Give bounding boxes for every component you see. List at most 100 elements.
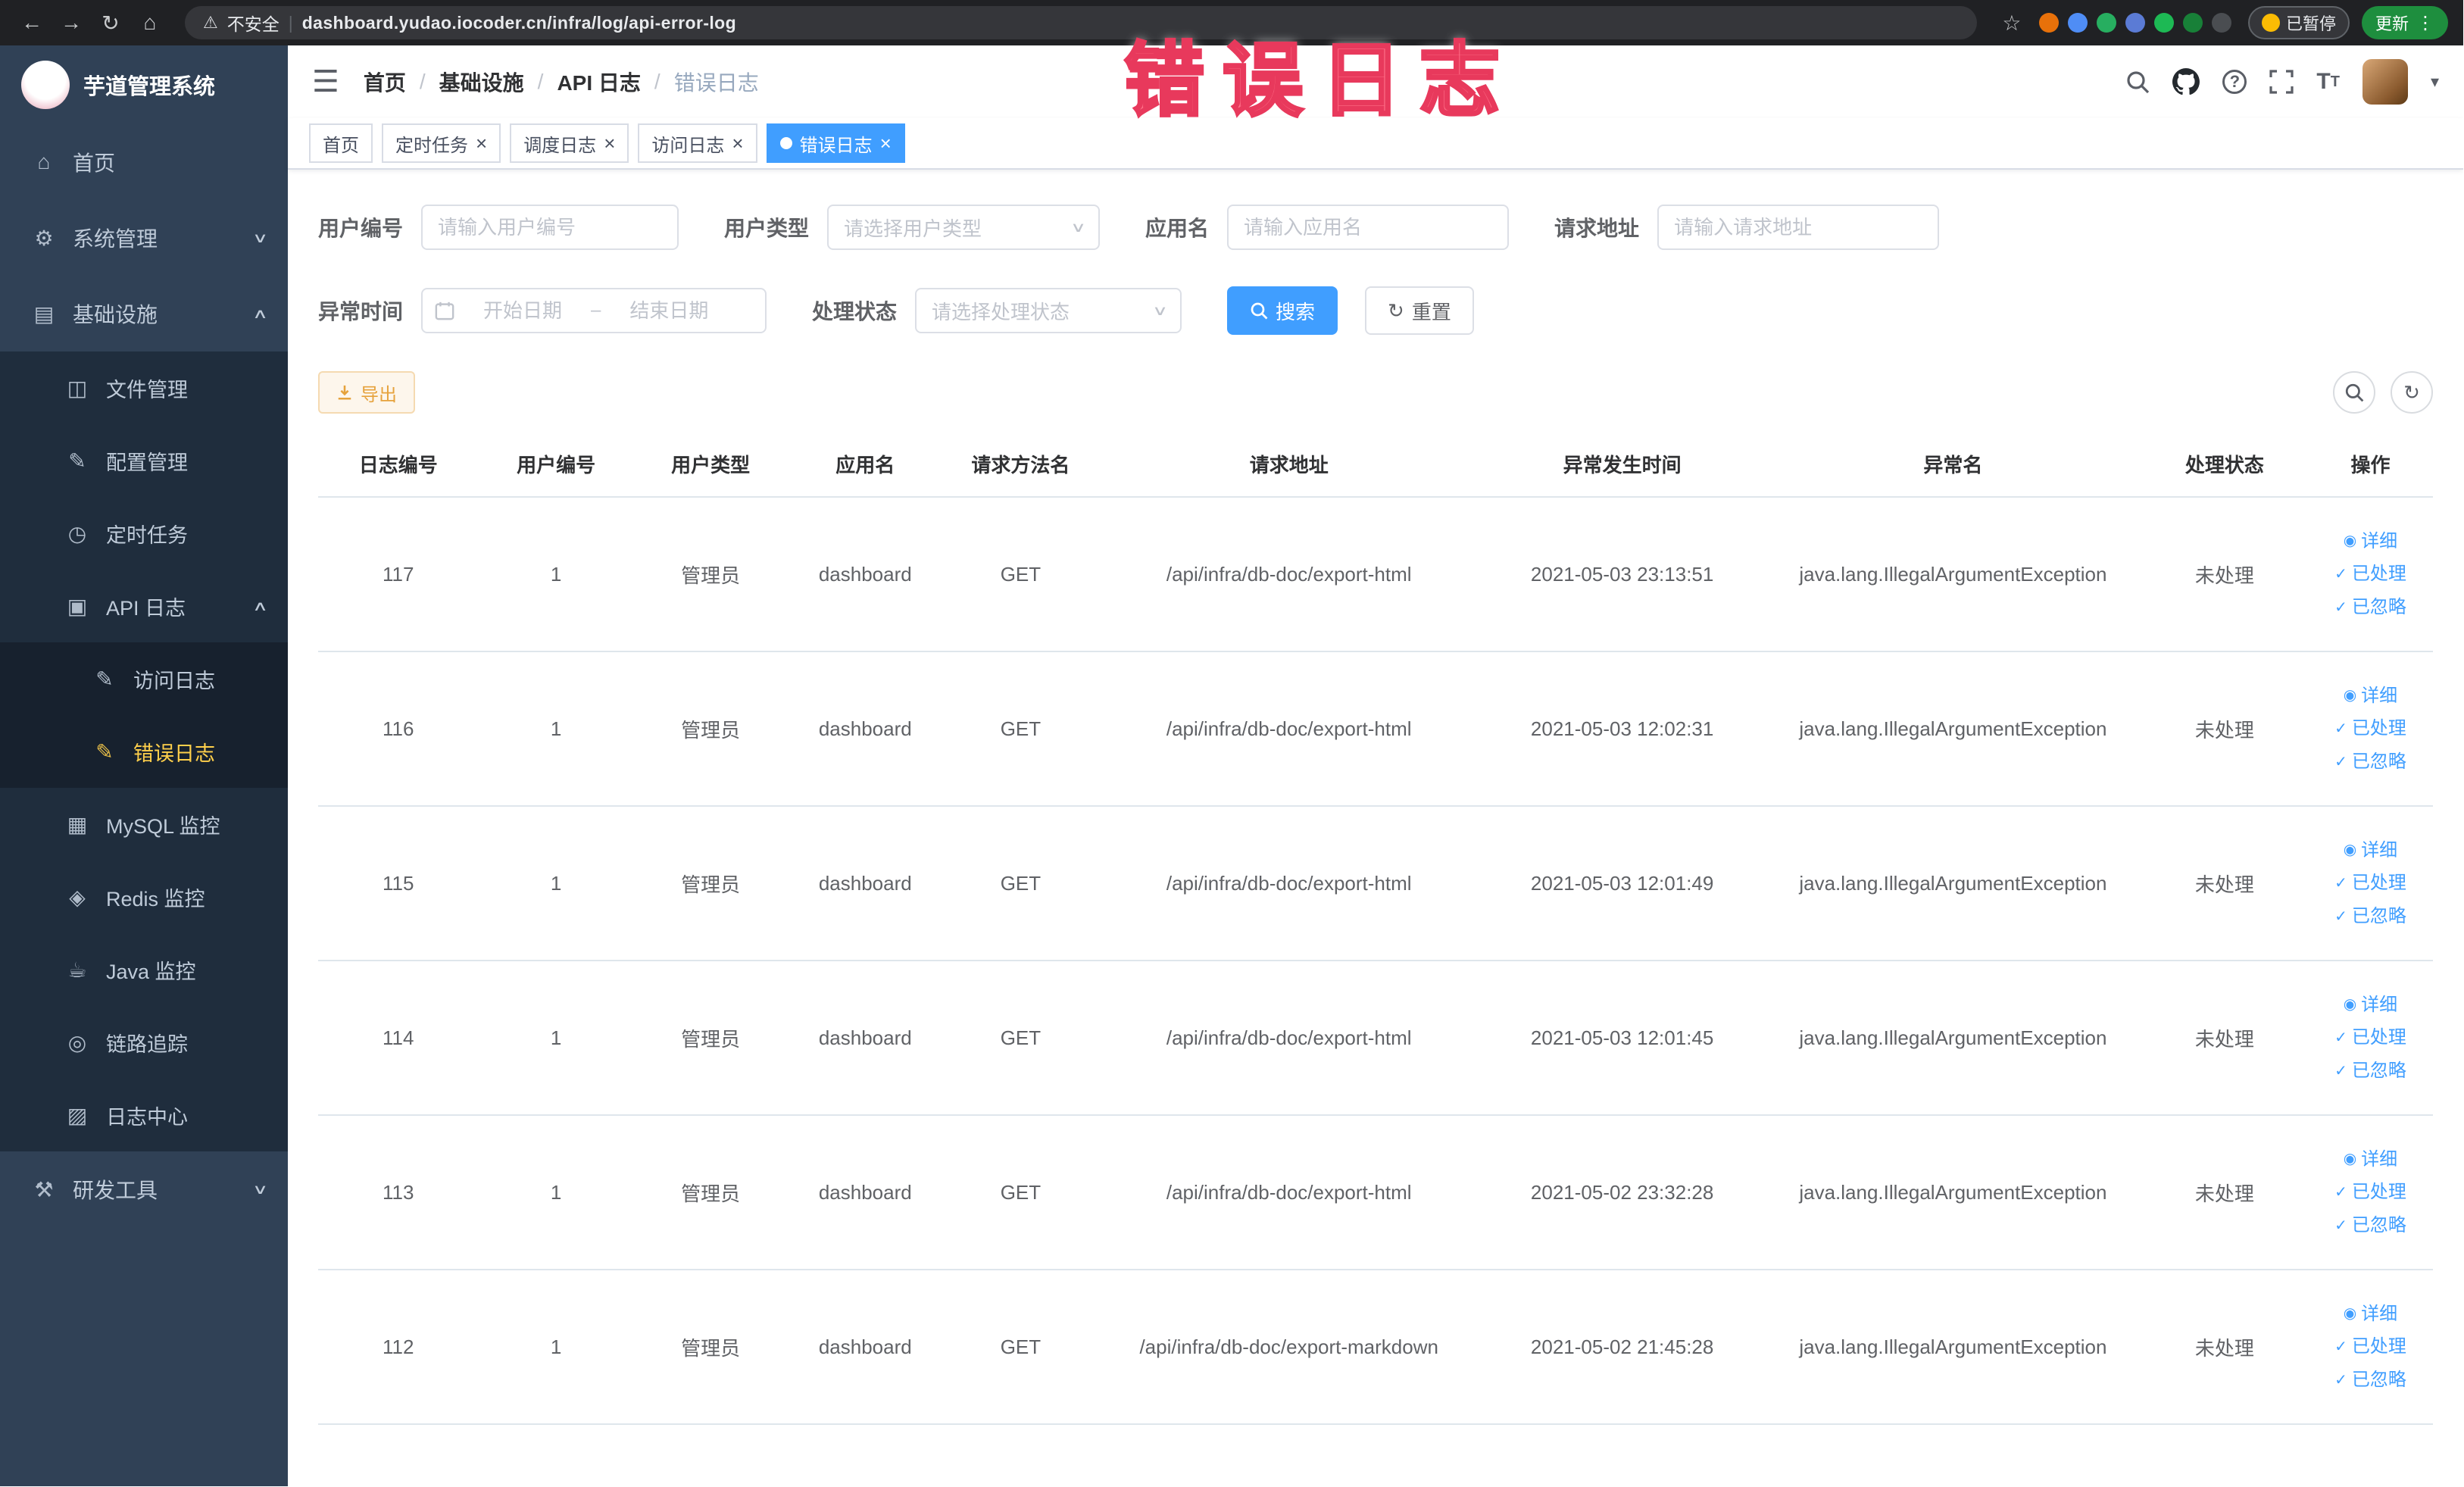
search-toggle-button[interactable]: [2333, 371, 2375, 414]
ignored-link[interactable]: ✓ 已忽略: [2334, 1213, 2406, 1239]
processed-link[interactable]: ✓ 已处理: [2334, 1025, 2406, 1051]
refresh-table-button[interactable]: ↻: [2391, 371, 2433, 414]
start-date-input[interactable]: [461, 298, 586, 323]
detail-link[interactable]: ◉ 详细: [2344, 1301, 2397, 1327]
detail-link[interactable]: ◉ 详细: [2344, 529, 2397, 555]
ignored-link[interactable]: ✓ 已忽略: [2334, 1367, 2406, 1393]
table-body: 117 1 管理员 dashboard GET/api/infra/db-doc/exp…: [318, 497, 2433, 1425]
reset-button[interactable]: ↻ 重置: [1365, 286, 1474, 335]
sidebar-item-mysql-monitor[interactable]: ▦ MySQL 监控: [0, 788, 288, 861]
breadcrumb-item[interactable]: 基础设施: [439, 67, 524, 97]
sidebar-item-java-monitor[interactable]: ☕ Java 监控: [0, 933, 288, 1006]
eye-icon: ◉: [2343, 1151, 2357, 1168]
end-date-input[interactable]: [607, 298, 732, 323]
paused-badge[interactable]: 已暂停: [2247, 6, 2350, 39]
user-id-input[interactable]: [421, 205, 679, 250]
cell-url: /api/infra/db-doc/export-html: [1098, 961, 1480, 1116]
close-icon[interactable]: ×: [476, 133, 487, 153]
request-url-input[interactable]: [1657, 205, 1940, 250]
app-logo[interactable]: 芋道管理系统: [0, 45, 288, 124]
extension-icon-on[interactable]: [2153, 13, 2174, 33]
sidebar-item-config-management[interactable]: ✎ 配置管理: [0, 424, 288, 497]
sidebar-item-dev-tools[interactable]: ⚒ 研发工具 ∨: [0, 1151, 288, 1227]
reload-icon[interactable]: ↻: [94, 11, 127, 36]
detail-link[interactable]: ◉ 详细: [2344, 683, 2397, 709]
forward-icon[interactable]: →: [55, 11, 88, 35]
cell-user_type: 管理员: [633, 1270, 788, 1425]
sidebar-item-redis-monitor[interactable]: ◈ Redis 监控: [0, 861, 288, 933]
main-area: ☰ 首页 / 基础设施 / API 日志 / 错误日志 ? TT ▾ 首页 定时…: [288, 45, 2463, 1486]
search-button[interactable]: 搜索: [1227, 286, 1338, 335]
detail-link[interactable]: ◉ 详细: [2344, 1147, 2397, 1173]
processed-link[interactable]: ✓ 已处理: [2334, 1179, 2406, 1205]
process-status-select[interactable]: 请选择处理状态 ∨: [915, 288, 1182, 333]
eye-icon: ◉: [2343, 533, 2357, 550]
close-icon[interactable]: ×: [604, 133, 615, 153]
app-name-input[interactable]: [1227, 205, 1510, 250]
processed-link[interactable]: ✓ 已处理: [2334, 870, 2406, 896]
sidebar-item-scheduled-tasks[interactable]: ◷ 定时任务: [0, 497, 288, 570]
cell-status: 未处理: [2141, 497, 2308, 652]
github-icon[interactable]: [2172, 68, 2200, 95]
ignored-link[interactable]: ✓ 已忽略: [2334, 904, 2406, 929]
tab-label: 调度日志: [523, 135, 597, 156]
extension-icon-blue[interactable]: [2067, 13, 2088, 33]
user-avatar[interactable]: [2362, 59, 2408, 105]
extension-icon-leaf[interactable]: [2182, 13, 2203, 33]
sidebar-item-system-management[interactable]: ⚙ 系统管理 ∨: [0, 200, 288, 276]
sidebar-item-infrastructure[interactable]: ▤ 基础设施 ∧: [0, 276, 288, 351]
sidebar-item-api-log[interactable]: ▣ API 日志 ∧: [0, 570, 288, 642]
sidebar-item-home[interactable]: ⌂ 首页: [0, 124, 288, 200]
font-size-icon[interactable]: TT: [2316, 69, 2340, 95]
sidebar-item-trace[interactable]: ◎ 链路追踪: [0, 1006, 288, 1079]
extension-icon-dark[interactable]: [2211, 13, 2231, 33]
logo-rabbit-avatar: [21, 61, 70, 109]
caret-down-icon[interactable]: ▾: [2431, 72, 2439, 92]
browser-home-icon[interactable]: ⌂: [133, 11, 167, 35]
ignored-link[interactable]: ✓ 已忽略: [2334, 749, 2406, 775]
cell-url: /api/infra/db-doc/export-html: [1098, 1115, 1480, 1270]
chevron-down-icon: ∨: [1070, 219, 1086, 235]
search-icon[interactable]: [2125, 70, 2150, 94]
sidebar-item-file-management[interactable]: ◫ 文件管理: [0, 351, 288, 424]
bookmark-star-icon[interactable]: ☆: [1995, 11, 2028, 36]
sidebar-item-label: Java 监控: [106, 960, 196, 983]
help-icon[interactable]: ?: [2222, 70, 2247, 94]
hamburger-icon[interactable]: ☰: [312, 67, 339, 97]
fullscreen-icon[interactable]: [2269, 70, 2294, 94]
processed-link[interactable]: ✓ 已处理: [2334, 561, 2406, 587]
tab-访问日志[interactable]: 访问日志 ×: [638, 123, 757, 163]
processed-link[interactable]: ✓ 已处理: [2334, 716, 2406, 742]
extension-icon-green[interactable]: [2096, 13, 2116, 33]
tab-错误日志[interactable]: 错误日志 ×: [766, 123, 905, 163]
back-icon[interactable]: ←: [15, 11, 48, 35]
kebab-menu-icon[interactable]: ⋮: [2416, 12, 2434, 34]
export-button[interactable]: 导出: [318, 371, 415, 414]
tab-首页[interactable]: 首页: [309, 123, 373, 163]
breadcrumb-separator: /: [419, 70, 426, 93]
detail-link[interactable]: ◉ 详细: [2344, 838, 2397, 864]
breadcrumb-item[interactable]: API 日志: [557, 67, 640, 97]
exception-time-range[interactable]: –: [421, 288, 767, 333]
sidebar-item-error-log[interactable]: ✎ 错误日志: [0, 715, 288, 788]
detail-link[interactable]: ◉ 详细: [2344, 992, 2397, 1018]
ignored-link[interactable]: ✓ 已忽略: [2334, 1058, 2406, 1084]
breadcrumb-item[interactable]: 首页: [364, 67, 406, 97]
address-bar[interactable]: ⚠ 不安全 | dashboard.yudao.iocoder.cn/infra…: [185, 6, 1977, 39]
actions-stack: ◉ 详细 ✓ 已处理 ✓ 已忽略: [2314, 992, 2427, 1084]
user-type-select[interactable]: 请选择用户类型 ∨: [827, 205, 1101, 250]
processed-link[interactable]: ✓ 已处理: [2334, 1334, 2406, 1360]
gear-icon: ⚙: [34, 226, 54, 250]
sidebar-item-log-center[interactable]: ▨ 日志中心: [0, 1079, 288, 1151]
tab-定时任务[interactable]: 定时任务 ×: [382, 123, 501, 163]
close-icon[interactable]: ×: [732, 133, 743, 153]
ignored-link[interactable]: ✓ 已忽略: [2334, 595, 2406, 620]
update-button[interactable]: 更新 ⋮: [2361, 6, 2448, 39]
cell-app: dashboard: [787, 1115, 943, 1270]
config-icon: ✎: [68, 448, 86, 473]
extension-icon-grid[interactable]: [2125, 13, 2145, 33]
close-icon[interactable]: ×: [880, 133, 892, 153]
tab-调度日志[interactable]: 调度日志 ×: [510, 123, 629, 163]
sidebar-item-access-log[interactable]: ✎ 访问日志: [0, 642, 288, 715]
extension-icon-red[interactable]: [2038, 13, 2059, 33]
